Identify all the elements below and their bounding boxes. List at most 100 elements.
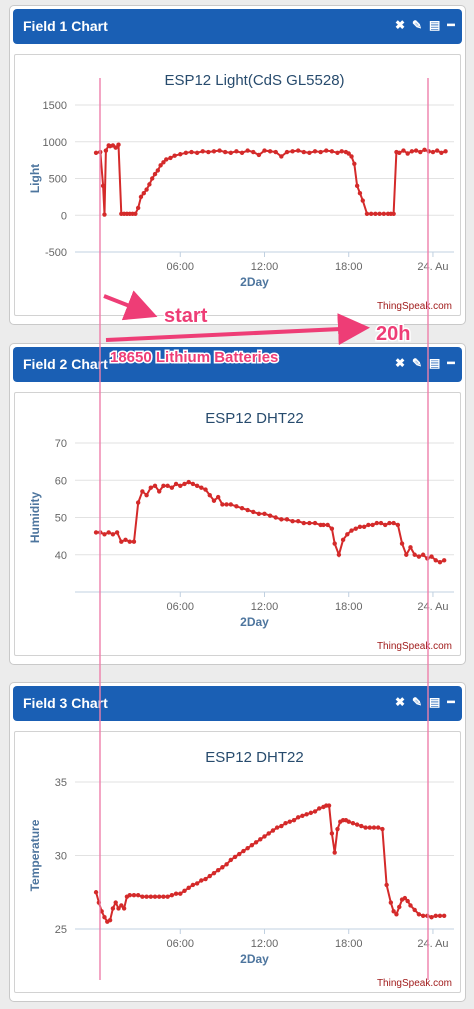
- data-point: [291, 818, 297, 823]
- data-point: [253, 840, 259, 845]
- comment-icon[interactable]: ▤: [429, 695, 440, 709]
- x-axis-label: 2Day: [240, 615, 269, 629]
- data-point: [301, 520, 307, 526]
- data-point: [381, 211, 387, 216]
- data-point: [228, 150, 234, 155]
- y-tick-label: 50: [55, 513, 67, 525]
- data-point: [113, 900, 118, 905]
- data-point: [133, 211, 138, 216]
- x-tick-label: 24. Au: [417, 261, 448, 273]
- data-point: [395, 522, 401, 528]
- data-point: [329, 831, 335, 836]
- data-point: [273, 149, 278, 155]
- data-point: [441, 558, 447, 563]
- data-point: [416, 554, 422, 559]
- chart-area: ESP12 Light(CdS GL5528) -500 0 500 1000 1500 0…: [14, 54, 461, 316]
- data-point: [360, 198, 365, 203]
- comment-icon[interactable]: ▤: [429, 18, 440, 32]
- close-icon[interactable]: ✖: [395, 356, 405, 370]
- x-tick-label: 18:00: [335, 601, 363, 613]
- data-point: [300, 813, 305, 819]
- data-point: [165, 483, 170, 489]
- data-point: [384, 882, 389, 888]
- data-point: [173, 891, 179, 896]
- data-point: [164, 157, 169, 162]
- data-point: [251, 149, 256, 155]
- data-point: [284, 517, 290, 522]
- data-point: [220, 502, 225, 507]
- data-point: [340, 537, 346, 543]
- edit-icon[interactable]: ✎: [412, 695, 422, 709]
- data-point: [199, 485, 204, 490]
- data-point: [200, 149, 205, 154]
- data-point: [380, 826, 385, 832]
- minimize-icon[interactable]: ━: [446, 356, 456, 370]
- edit-icon[interactable]: ✎: [412, 356, 422, 370]
- close-icon[interactable]: ✖: [395, 18, 405, 32]
- data-point: [404, 552, 409, 557]
- data-point: [215, 494, 221, 500]
- data-point: [399, 541, 405, 546]
- data-point: [357, 524, 363, 530]
- data-point: [325, 522, 330, 528]
- credit-label: ThingSpeak.com: [377, 641, 452, 652]
- data-point: [267, 149, 273, 154]
- data-point: [295, 519, 301, 524]
- data-point: [194, 881, 200, 886]
- y-axis-label: Humidity: [28, 492, 42, 544]
- panel-title: Field 3 Chart: [23, 695, 108, 711]
- minimize-icon[interactable]: ━: [446, 18, 456, 32]
- data-point: [102, 212, 107, 217]
- data-point: [199, 878, 204, 883]
- data-point: [301, 149, 307, 155]
- data-point: [234, 149, 239, 154]
- series-line: [95, 142, 446, 215]
- data-point: [312, 149, 318, 154]
- data-point: [178, 891, 183, 896]
- data-point: [391, 211, 396, 216]
- data-point: [429, 554, 434, 559]
- data-point: [353, 526, 358, 531]
- data-point: [279, 823, 284, 829]
- data-point: [373, 211, 378, 216]
- data-point: [161, 894, 166, 899]
- data-point: [366, 522, 371, 528]
- duration-label: 20h: [376, 323, 410, 345]
- data-point: [100, 183, 106, 189]
- data-point: [203, 876, 208, 882]
- data-point: [361, 524, 367, 530]
- chart-title: ESP12 DHT22: [205, 410, 303, 427]
- data-point: [245, 507, 250, 513]
- data-point: [189, 149, 194, 155]
- close-icon[interactable]: ✖: [395, 695, 405, 709]
- chart-area: ESP12 DHT22 40 50 60 70 06:00 12:00 18:00 24. Au…: [14, 392, 461, 656]
- data-point: [443, 149, 448, 154]
- data-point: [152, 894, 158, 899]
- data-point: [157, 894, 162, 899]
- x-tick-label: 18:00: [335, 261, 363, 273]
- data-point: [370, 522, 375, 528]
- data-point: [239, 505, 245, 511]
- y-tick-label: -500: [45, 247, 67, 259]
- data-point: [144, 187, 149, 192]
- x-tick-label: 06:00: [167, 938, 195, 950]
- data-point: [239, 150, 245, 155]
- chart-title: ESP12 DHT22: [205, 749, 303, 766]
- data-point: [273, 515, 278, 520]
- data-point: [96, 900, 102, 905]
- data-point: [332, 541, 337, 546]
- chart-title: ESP12 Light(CdS GL5528): [164, 72, 344, 89]
- data-point: [135, 205, 141, 211]
- minimize-icon[interactable]: ━: [446, 695, 456, 709]
- data-point: [420, 552, 426, 557]
- x-tick-label: 18:00: [335, 938, 363, 950]
- data-point: [155, 168, 161, 173]
- data-point: [359, 823, 364, 829]
- data-point: [287, 819, 292, 824]
- data-point: [168, 155, 173, 161]
- humidity-chart: ESP12 DHT22 40 50 60 70 06:00 12:00 18:00 24. Au…: [28, 410, 454, 652]
- data-point: [394, 912, 399, 917]
- data-point: [152, 483, 158, 489]
- comment-icon[interactable]: ▤: [429, 356, 440, 370]
- edit-icon[interactable]: ✎: [412, 18, 422, 32]
